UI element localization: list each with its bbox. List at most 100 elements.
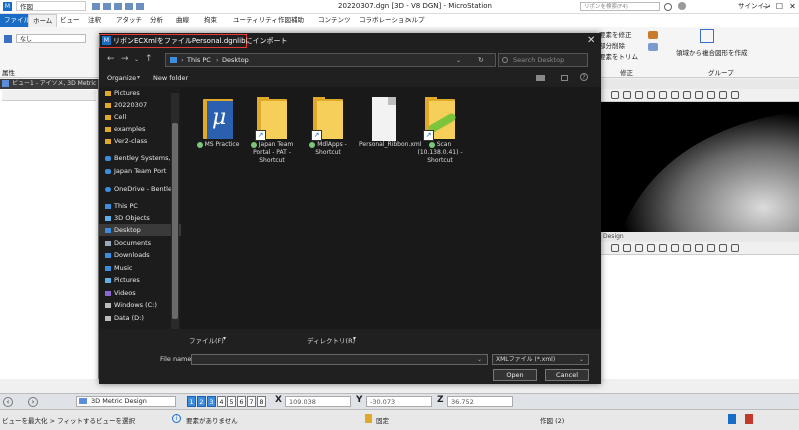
z-coordinate-field[interactable]: 36.752 [447,396,513,407]
create-region-icon[interactable] [700,29,714,43]
nav-item-3d-objects[interactable]: 3D Objects [105,212,175,224]
tab-content[interactable]: コンテンツ [314,14,355,27]
file-type-select[interactable]: XMLファイル (*.xml) ⌄ [492,354,589,365]
tab-attach[interactable]: アタッチ [112,14,146,27]
y-coordinate-field[interactable]: -30.073 [366,396,432,407]
active-level[interactable]: 作図 (2) [540,415,564,425]
maximize-button[interactable]: ☐ [773,0,786,13]
desktop-search-input[interactable]: Search Desktop [498,53,588,67]
nav-item-desktop[interactable]: Desktop [99,224,181,236]
tab-home[interactable]: ホーム [28,14,58,28]
ribbon-search-input[interactable]: リボンを検索(F4) [580,2,660,11]
create-complex-from-region-button[interactable]: 領域から複合図形を作成 [676,47,748,57]
view-attributes-icon[interactable] [611,91,619,99]
tab-annotate[interactable]: 注釈 [84,14,105,27]
nav-item-onedrive[interactable]: OneDrive - Bentle [105,183,175,195]
modify-element-button[interactable]: 要素を修正 [599,29,632,39]
nav-item-music[interactable]: Music [105,262,175,274]
partial-delete-button[interactable]: 部分削除 [599,40,625,50]
display-style-icon[interactable] [731,91,739,99]
workflow-selector[interactable]: 作図 [16,1,86,11]
up-arrow-icon[interactable]: ↑ [145,54,153,64]
close-button[interactable]: ✕ [786,0,799,13]
nav-item-data-d[interactable]: Data (D:) [105,312,175,324]
pan-view-icon[interactable] [671,244,679,252]
directory-menu-dropdown[interactable]: ディレクトリ(R) [307,335,355,345]
quick-access-icon[interactable] [136,3,144,10]
nav-item-this-pc[interactable]: This PC [105,200,175,212]
organize-button[interactable]: Organize [107,74,136,82]
nav-item-bentley-systems[interactable]: Bentley Systems, I [105,152,175,164]
level-dropdown[interactable]: なし [16,34,86,43]
search-icon[interactable] [664,3,672,11]
save-icon[interactable] [92,3,100,10]
recent-dropdown-icon[interactable]: ⌄ [134,56,139,63]
nav-item-windows-c[interactable]: Windows (C:) [105,299,175,311]
nav-item-documents[interactable]: Documents [105,237,175,249]
open-button[interactable]: Open [493,369,537,381]
view-button-4[interactable]: 4 [217,396,226,407]
view-button-5[interactable]: 5 [227,396,236,407]
rotate-view-icon[interactable] [659,91,667,99]
preview-pane-icon[interactable] [561,75,568,81]
copy-icon[interactable] [648,43,658,51]
zoom-out-icon[interactable] [635,244,643,252]
clip-volume-icon[interactable] [719,91,727,99]
view-2-window[interactable] [601,79,799,232]
view-button-3[interactable]: 3 [207,396,216,407]
camera-icon[interactable] [707,244,715,252]
file-item-personal-ribbon-xml[interactable]: Personal_Ribbon.xml [359,97,421,149]
nav-item-ver2-class[interactable]: Ver2-class [105,135,175,147]
nav-pane-scrollbar[interactable] [171,93,179,329]
clip-volume-icon[interactable] [719,244,727,252]
view-options-icon[interactable] [536,75,545,81]
view-button-6[interactable]: 6 [237,396,246,407]
dialog-close-button[interactable]: ✕ [587,34,595,48]
nav-item-20220307[interactable]: 20220307 [105,99,175,111]
nav-item-cell[interactable]: Cell [105,111,175,123]
pan-view-icon[interactable] [671,91,679,99]
move-icon[interactable] [648,31,658,39]
view-button-8[interactable]: 8 [257,396,266,407]
zoom-in-icon[interactable] [623,244,631,252]
nav-item-pictures[interactable]: Pictures [105,274,175,286]
tab-curves[interactable]: 曲線 [172,14,193,27]
tab-constraints[interactable]: 拘束 [200,14,221,27]
nav-item-downloads[interactable]: Downloads [105,249,175,261]
view-attributes-icon[interactable] [611,244,619,252]
nav-item-videos[interactable]: Videos [105,287,175,299]
forward-arrow-icon[interactable]: → [121,54,129,64]
new-folder-button[interactable]: New folder [153,74,188,82]
tab-drawing-aids[interactable]: 作図補助 [274,14,308,27]
print-icon[interactable] [125,3,133,10]
scrollbar-thumb[interactable] [172,123,178,319]
x-coordinate-field[interactable]: 109.038 [285,396,351,407]
back-arrow-icon[interactable]: ← [107,54,115,64]
trim-element-button[interactable]: 要素をトリム [599,51,638,61]
fit-view-icon[interactable] [647,91,655,99]
address-dropdown-icon[interactable]: ⌄ [456,55,461,66]
back-arrow-icon[interactable]: ‹ [3,397,13,407]
fit-view-icon[interactable] [647,244,655,252]
view-1-window[interactable]: ビュー1 - アイソメ, 3D Metric Design [0,79,99,379]
file-item-ms-practice[interactable]: μ MS Practice [193,97,243,149]
book-icon[interactable] [728,414,736,424]
breadcrumb-desktop[interactable]: Desktop [222,55,249,66]
file-item-japan-team-portal[interactable]: ↗ Japan Team Portal - PAT - Shortcut [247,97,297,165]
view-button-1[interactable]: 1 [187,396,196,407]
nav-item-japan-team-portal[interactable]: Japan Team Port [105,165,175,177]
tab-help[interactable]: ヘルプ [401,14,429,27]
view-3-window[interactable]: Design [601,232,799,379]
rotate-view-icon[interactable] [659,244,667,252]
file-menu-dropdown[interactable]: ファイル(F) [189,335,224,345]
refresh-icon[interactable]: ↻ [478,55,484,66]
breadcrumb-this-pc[interactable]: This PC [187,55,211,66]
nav-item-examples[interactable]: examples [105,123,175,135]
tab-view[interactable]: ビュー [56,14,84,27]
alert-icon[interactable] [745,414,753,424]
display-style-icon[interactable] [731,244,739,252]
view-previous-icon[interactable] [683,91,691,99]
nav-item-pictures-quick[interactable]: Pictures [105,87,175,99]
model-selector[interactable]: 3D Metric Design [76,396,176,407]
file-item-scan-shortcut[interactable]: ↗ Scan (10.138.0.41) - Shortcut [415,97,465,165]
